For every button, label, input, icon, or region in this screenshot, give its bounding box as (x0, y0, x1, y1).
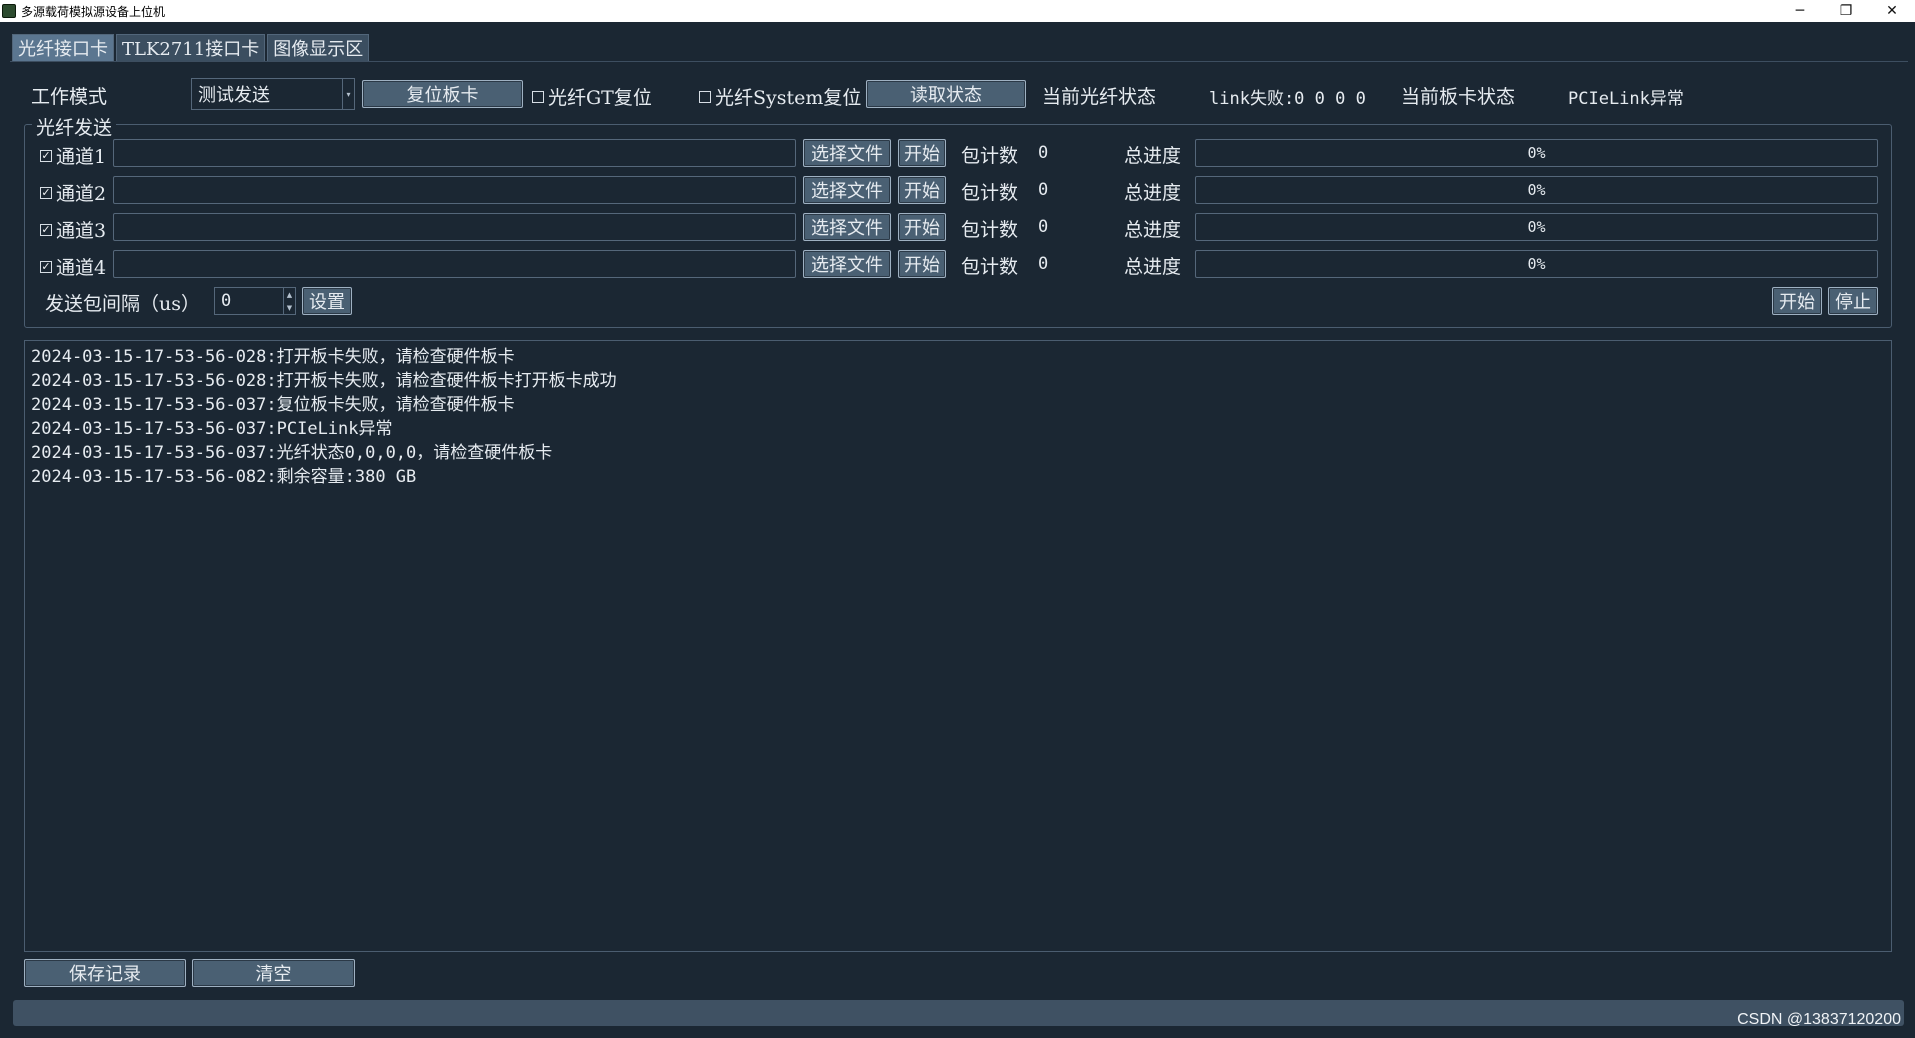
interval-spinbox[interactable]: 0 ▲ ▼ (214, 287, 296, 315)
channel-2-count-label: 包计数 (961, 182, 1019, 204)
close-button[interactable]: ✕ (1869, 0, 1915, 22)
save-log-button[interactable]: 保存记录 (24, 959, 186, 987)
channel-1-file-path-input[interactable] (113, 139, 796, 167)
channel-4-progress-label: 总进度 (1124, 256, 1182, 278)
log-line: 2024-03-15-17-53-56-028:打开板卡失败，请检查硬件板卡 (31, 347, 515, 367)
app-icon (2, 4, 16, 18)
system-reset-label: 光纤System复位 (715, 87, 862, 109)
chevron-down-icon[interactable]: ▼ (284, 301, 295, 314)
channel-4-select-file-button[interactable]: 选择文件 (803, 250, 891, 278)
fiber-send-group-title: 光纤发送 (32, 113, 117, 140)
stop-all-button[interactable]: 停止 (1828, 287, 1878, 315)
system-reset-checkbox[interactable]: 光纤System复位 (699, 83, 861, 110)
channel-4-label: 通道4 (56, 257, 107, 279)
channel-2-select-file-button[interactable]: 选择文件 (803, 176, 891, 204)
chevron-up-icon[interactable]: ▲ (284, 288, 295, 301)
mode-select-value: 测试发送 (198, 85, 270, 106)
channel-4-count-value: 0 (1038, 254, 1049, 274)
channel-2-start-button[interactable]: 开始 (898, 176, 946, 204)
link-fail-status: link失败:0 0 0 0 (1209, 89, 1366, 109)
channel-2-count-value: 0 (1038, 180, 1049, 200)
set-interval-button[interactable]: 设置 (302, 287, 352, 315)
checkbox-box[interactable] (699, 90, 711, 103)
channel-4-start-button[interactable]: 开始 (898, 250, 946, 278)
channel-1-select-file-button[interactable]: 选择文件 (803, 139, 891, 167)
log-line: 2024-03-15-17-53-56-037:复位板卡失败，请检查硬件板卡 (31, 395, 515, 415)
card-status-value: PCIeLink异常 (1568, 89, 1684, 109)
channel-1-progress-bar: 0% (1195, 139, 1878, 167)
channel-4-file-path-input[interactable] (113, 250, 796, 278)
tab-image-display[interactable]: 图像显示区 (267, 34, 370, 61)
spin-arrows[interactable]: ▲ ▼ (283, 288, 295, 314)
channel-4-checkbox[interactable]: ✓ 通道4 (40, 253, 106, 280)
start-all-button[interactable]: 开始 (1772, 287, 1822, 315)
channel-2-checkbox[interactable]: ✓ 通道2 (40, 179, 106, 206)
reset-card-button[interactable]: 复位板卡 (362, 80, 523, 108)
fiber-status-label: 当前光纤状态 (1042, 86, 1157, 108)
tab-fiber-card[interactable]: 光纤接口卡 (12, 34, 114, 61)
checkbox-box[interactable] (532, 90, 544, 103)
mode-label: 工作模式 (31, 86, 108, 108)
channel-3-start-button[interactable]: 开始 (898, 213, 946, 241)
channel-1-count-value: 0 (1038, 143, 1049, 163)
channel-4-count-label: 包计数 (961, 256, 1019, 278)
channel-1-count-label: 包计数 (961, 145, 1019, 167)
check-icon[interactable]: ✓ (40, 149, 52, 162)
channel-3-count-label: 包计数 (961, 219, 1019, 241)
tab-tlk2711-card[interactable]: TLK2711接口卡 (116, 34, 266, 61)
log-line: 2024-03-15-17-53-56-082:剩余容量:380 GB (31, 467, 417, 487)
watermark-text: CSDN @13837120200 (1737, 1011, 1901, 1028)
log-output[interactable]: 2024-03-15-17-53-56-028:打开板卡失败，请检查硬件板卡 2… (24, 340, 1892, 952)
log-line: 2024-03-15-17-53-56-028:打开板卡失败，请检查硬件板卡打开… (31, 371, 617, 391)
channel-2-label: 通道2 (56, 183, 107, 205)
channel-2-file-path-input[interactable] (113, 176, 796, 204)
status-bar (13, 1000, 1904, 1026)
tab-bar: 光纤接口卡 TLK2711接口卡 图像显示区 (12, 34, 371, 61)
check-icon[interactable]: ✓ (40, 186, 52, 199)
channel-1-label: 通道1 (56, 146, 107, 168)
channel-3-progress-bar: 0% (1195, 213, 1878, 241)
gt-reset-label: 光纤GT复位 (548, 87, 652, 109)
mode-select[interactable]: 测试发送 ▾ (191, 78, 355, 110)
interval-label: 发送包间隔（us） (45, 293, 200, 315)
channel-1-checkbox[interactable]: ✓ 通道1 (40, 142, 106, 169)
channel-3-checkbox[interactable]: ✓ 通道3 (40, 216, 106, 243)
channel-2-progress-bar: 0% (1195, 176, 1878, 204)
chevron-down-icon: ▾ (342, 79, 354, 109)
log-line: 2024-03-15-17-53-56-037:光纤状态0,0,0,0，请检查硬… (31, 443, 553, 463)
log-line: 2024-03-15-17-53-56-037:PCIeLink异常 (31, 419, 393, 439)
channel-2-progress-label: 总进度 (1124, 182, 1182, 204)
channel-1-start-button[interactable]: 开始 (898, 139, 946, 167)
interval-value: 0 (221, 291, 232, 311)
channel-4-progress-bar: 0% (1195, 250, 1878, 278)
channel-1-progress-label: 总进度 (1124, 145, 1182, 167)
title-bar: 多源载荷模拟源设备上位机 ─ ❐ ✕ (0, 0, 1915, 22)
channel-3-select-file-button[interactable]: 选择文件 (803, 213, 891, 241)
channel-3-progress-label: 总进度 (1124, 219, 1182, 241)
read-status-button[interactable]: 读取状态 (866, 80, 1026, 108)
gt-reset-checkbox[interactable]: 光纤GT复位 (532, 83, 652, 110)
channel-3-file-path-input[interactable] (113, 213, 796, 241)
card-status-label: 当前板卡状态 (1401, 86, 1516, 108)
minimize-button[interactable]: ─ (1777, 0, 1823, 22)
window-title: 多源载荷模拟源设备上位机 (21, 4, 166, 19)
channel-3-count-value: 0 (1038, 217, 1049, 237)
channel-3-label: 通道3 (56, 220, 107, 242)
restore-button[interactable]: ❐ (1823, 0, 1869, 22)
check-icon[interactable]: ✓ (40, 223, 52, 236)
check-icon[interactable]: ✓ (40, 260, 52, 273)
clear-log-button[interactable]: 清空 (192, 959, 355, 987)
